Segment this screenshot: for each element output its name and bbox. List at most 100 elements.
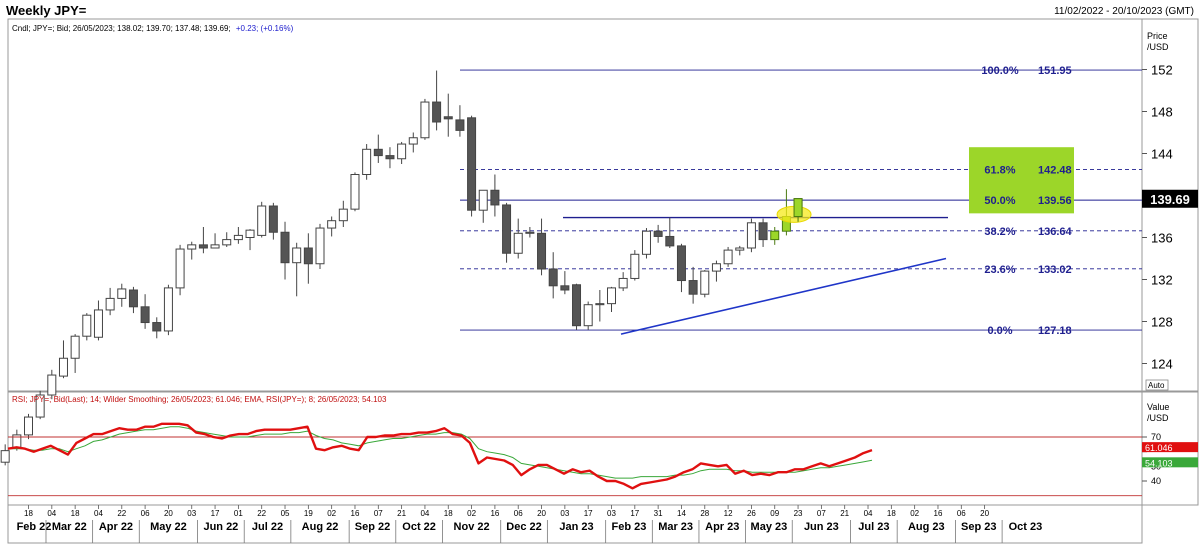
candle-body xyxy=(595,303,605,306)
rsi-panel-frame xyxy=(7,391,1143,506)
x-tick-label: 18 xyxy=(71,509,80,518)
rsi-unit-label: Value xyxy=(1147,402,1169,412)
x-tick-label: 01 xyxy=(234,509,243,518)
ema-tag: 54.103 xyxy=(1145,458,1173,468)
candle-body xyxy=(385,155,395,160)
rsi-info-line: RSI; JPY=; Bid(Last); 14; Wilder Smoothi… xyxy=(12,395,387,404)
month-label: Oct 23 xyxy=(1009,521,1043,533)
candle-body xyxy=(513,232,523,254)
x-tick-label: 06 xyxy=(957,509,966,518)
candle-body xyxy=(140,306,150,324)
x-tick-label: 06 xyxy=(514,509,523,518)
month-label: Oct 22 xyxy=(402,521,436,533)
candle-body xyxy=(24,416,33,436)
rsi-tick-label: 70 xyxy=(1151,432,1161,442)
candle-body xyxy=(630,253,640,279)
candle-body xyxy=(303,247,313,265)
x-tick-label: 14 xyxy=(677,509,686,518)
candle-body xyxy=(478,189,488,211)
month-label: Apr 22 xyxy=(99,521,133,533)
candle-body xyxy=(443,116,453,120)
month-label: Nov 22 xyxy=(454,521,490,533)
candle-body xyxy=(502,204,512,254)
candle-body xyxy=(711,263,721,272)
rsi-tag: 61.046 xyxy=(1145,443,1173,453)
month-label: Sep 23 xyxy=(961,521,996,533)
candle-body xyxy=(665,235,675,247)
x-tick-label: 17 xyxy=(630,509,639,518)
price-tick-label: 152 xyxy=(1151,63,1173,78)
month-label: Aug 22 xyxy=(302,521,339,533)
fib-pct-label: 61.8% xyxy=(984,164,1015,176)
x-tick-label: 04 xyxy=(94,509,103,518)
candle-body xyxy=(245,229,255,238)
candle-body xyxy=(350,174,360,210)
fib-pct-label: 100.0% xyxy=(981,65,1019,77)
candle-body xyxy=(198,244,208,249)
x-tick-label: 19 xyxy=(304,509,313,518)
price-tick-label: 124 xyxy=(1151,357,1173,372)
candle-body xyxy=(93,309,103,338)
month-label: Jun 23 xyxy=(804,521,839,533)
x-tick-label: 04 xyxy=(420,509,429,518)
candle-body xyxy=(618,277,628,289)
month-label: Jul 22 xyxy=(252,521,283,533)
candle-body xyxy=(525,231,535,234)
x-tick-label: 20 xyxy=(537,509,546,518)
auto-scale-button[interactable]: Auto xyxy=(1145,379,1169,391)
x-tick-label: 05 xyxy=(281,509,290,518)
candle-body xyxy=(268,205,278,233)
fib-pct-label: 50.0% xyxy=(984,195,1015,207)
price-info-line: Cndl; JPY=; Bid; 26/05/2023; 138.02; 139… xyxy=(12,24,294,33)
candle-body xyxy=(82,314,92,337)
month-label: May 22 xyxy=(150,521,187,533)
x-tick-label: 02 xyxy=(467,509,476,518)
price-tick-label: 136 xyxy=(1151,231,1173,246)
candle-body xyxy=(735,247,745,251)
x-tick-label: 09 xyxy=(770,509,779,518)
x-tick-label: 16 xyxy=(490,509,499,518)
x-tick-label: 18 xyxy=(24,509,33,518)
candle-body xyxy=(362,148,372,176)
x-tick-label: 02 xyxy=(327,509,336,518)
candle-body xyxy=(548,268,558,287)
x-tick-label: 12 xyxy=(724,509,733,518)
candle-body xyxy=(700,270,710,295)
candle-body xyxy=(455,119,465,131)
x-tick-label: 18 xyxy=(444,509,453,518)
price-unit-label-2: /USD xyxy=(1147,42,1169,52)
candle-body xyxy=(560,285,570,291)
candle-body xyxy=(537,232,547,270)
candle-body xyxy=(607,287,616,305)
candle-body xyxy=(408,137,418,145)
candle-body xyxy=(338,208,348,222)
month-label: Sep 22 xyxy=(355,521,390,533)
price-tick-label: 144 xyxy=(1151,147,1173,162)
candle-body xyxy=(222,239,232,246)
candle-body xyxy=(280,231,290,264)
x-tick-label: 04 xyxy=(47,509,56,518)
month-label: Mar 22 xyxy=(52,521,87,533)
candle-body xyxy=(723,249,733,265)
candle-body xyxy=(758,222,768,241)
candle-body xyxy=(467,117,477,211)
svg-text:Auto: Auto xyxy=(1148,381,1165,390)
month-label: Jul 23 xyxy=(858,521,889,533)
candle-body xyxy=(175,248,185,289)
fib-value-label: 127.18 xyxy=(1038,325,1072,337)
x-tick-label: 22 xyxy=(117,509,126,518)
price-layer: 124 128 132 136 144 148 152 100.0% 151.95 61.8% 14… xyxy=(0,63,1198,466)
month-label: Dec 22 xyxy=(506,521,541,533)
x-tick-label: 23 xyxy=(794,509,803,518)
candle-body xyxy=(163,287,173,332)
price-unit-label: Price xyxy=(1147,31,1168,41)
candle-body xyxy=(128,289,138,308)
x-tick-label: 17 xyxy=(584,509,593,518)
fib-pct-label: 38.2% xyxy=(984,226,1015,238)
fib-value-label: 139.56 xyxy=(1038,195,1072,207)
candle-body xyxy=(233,234,243,241)
candle-body xyxy=(315,227,325,265)
price-tick-label: 132 xyxy=(1151,273,1173,288)
x-tick-label: 06 xyxy=(141,509,150,518)
candle-body xyxy=(152,322,162,332)
